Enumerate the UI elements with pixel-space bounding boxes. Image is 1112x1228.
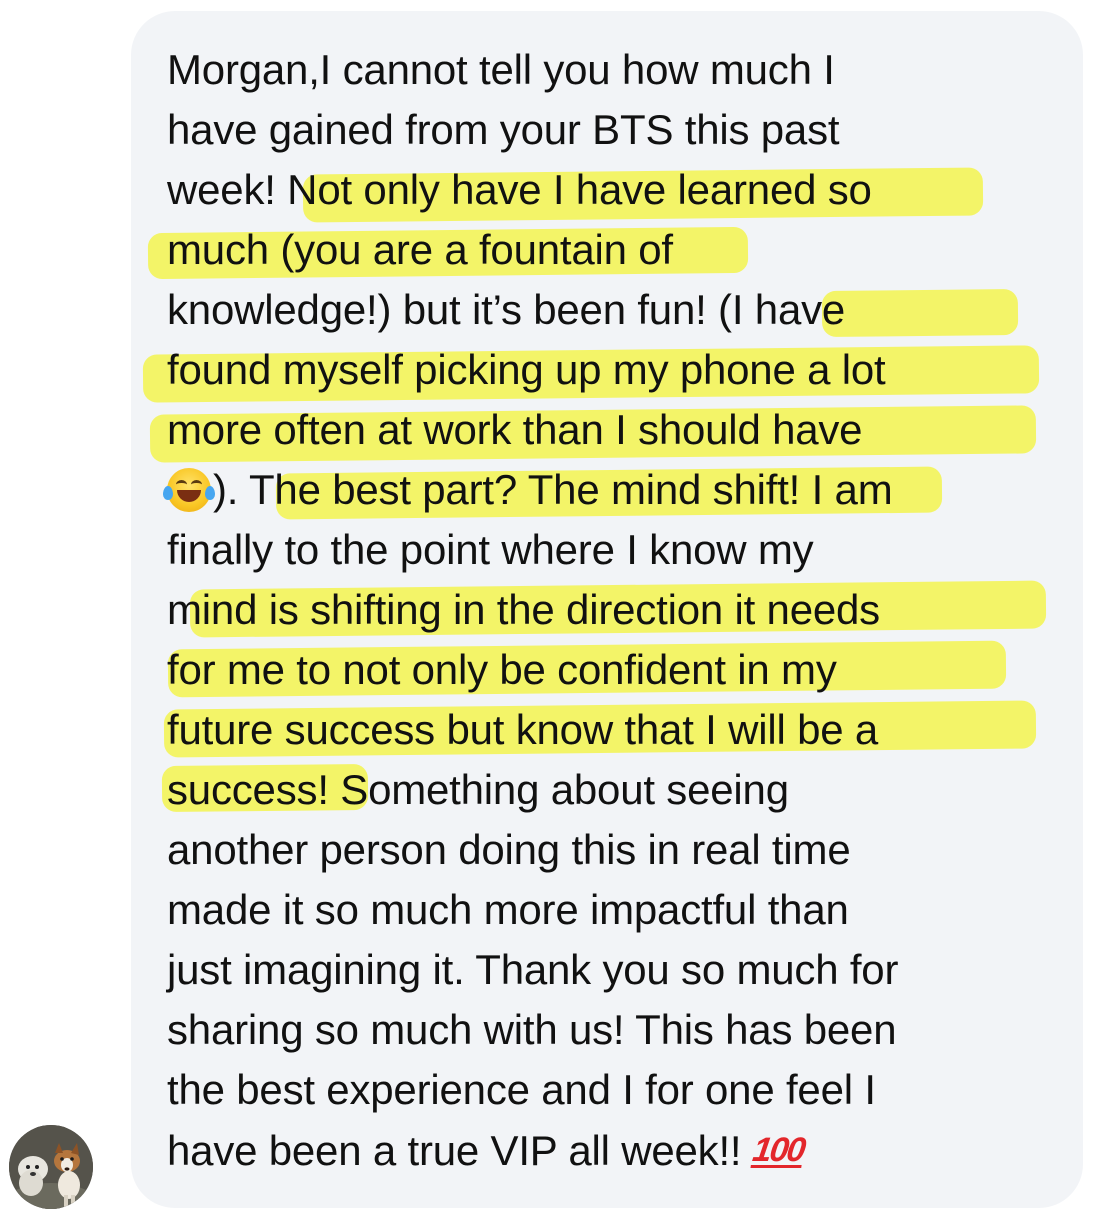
message-line: more often at work than I should have: [167, 406, 863, 453]
message-line: just imagining it. Thank you so much for: [167, 946, 899, 993]
message-line-text: have been a true VIP all week!!: [167, 1127, 742, 1174]
message-line: the best experience and I for one feel I: [167, 1066, 876, 1113]
message-line: success! Something about seeing: [167, 766, 789, 813]
message-line: have gained from your BTS this past: [167, 106, 840, 153]
hundred-points-emoji-icon: 100: [750, 1131, 807, 1169]
message-line: finally to the point where I know my: [167, 526, 814, 573]
message-line: mind is shifting in the direction it nee…: [167, 586, 880, 633]
message-line-text: ). The best part? The mind shift! I am: [213, 466, 893, 513]
message-line: have been a true VIP all week!! 100: [167, 1120, 806, 1180]
message-line: made it so much more impactful than: [167, 886, 849, 933]
message-line: found myself picking up my phone a lot: [167, 346, 886, 393]
message-screen: Morgan,I cannot tell you how much I have…: [0, 0, 1112, 1228]
message-line: for me to not only be confident in my: [167, 646, 837, 693]
message-line: week! Not only have I have learned so: [167, 166, 872, 213]
dogs-photo-icon: [9, 1125, 93, 1209]
message-line: sharing so much with us! This has been: [167, 1006, 897, 1053]
message-line: ). The best part? The mind shift! I am: [163, 460, 893, 520]
message-line: another person doing this in real time: [167, 826, 851, 873]
message-line: Morgan,I cannot tell you how much I: [167, 46, 835, 93]
laughing-tears-emoji-icon: [163, 468, 215, 512]
message-line: much (you are a fountain of: [167, 226, 673, 273]
sender-avatar[interactable]: [9, 1125, 93, 1209]
highlight-mark: [821, 288, 1019, 338]
message-line: future success but know that I will be a: [167, 706, 879, 753]
message-line: knowledge!) but it’s been fun! (I have: [167, 286, 846, 333]
